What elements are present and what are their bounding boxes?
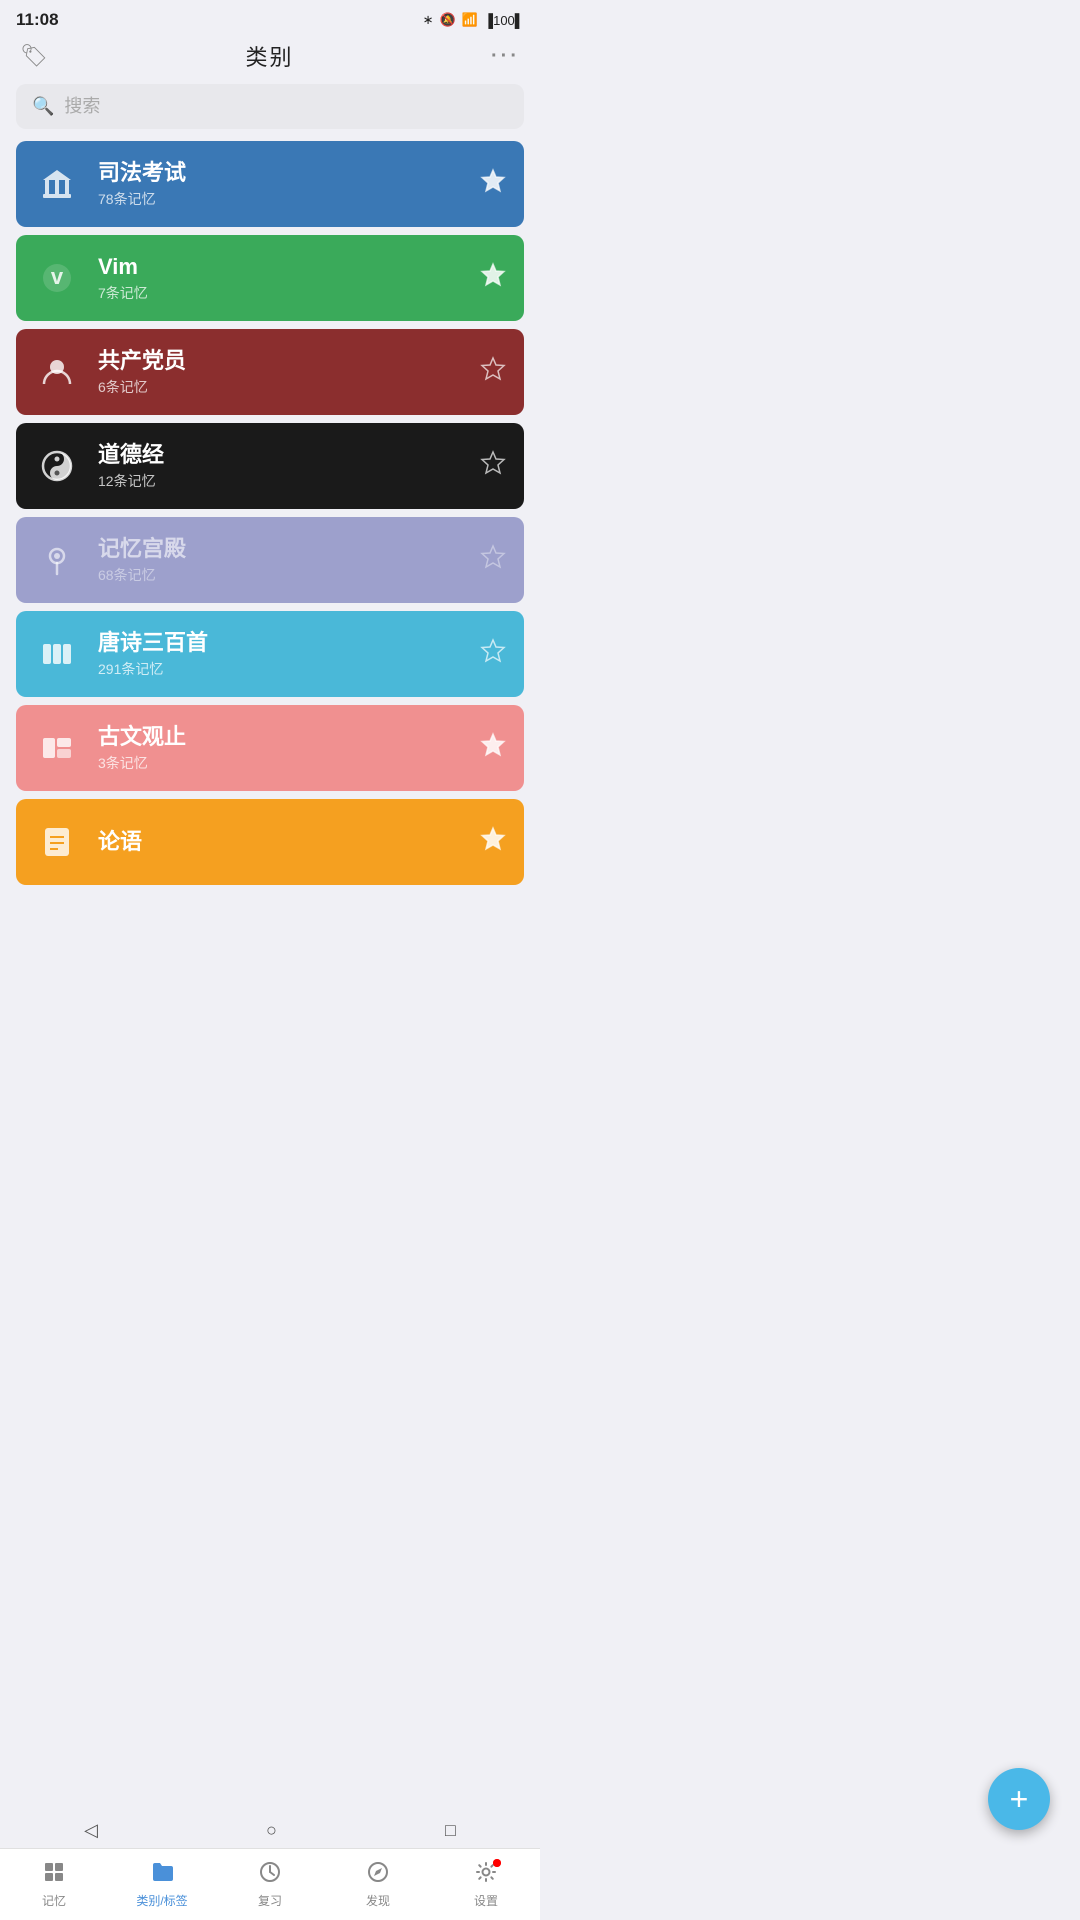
nav-label-category: 类别/标签 bbox=[136, 1892, 187, 1909]
category-icon bbox=[151, 1861, 173, 1889]
status-icons: ∗ 🔕 📶 ▐100▌ bbox=[423, 12, 524, 28]
cat-count-2: 7条记忆 bbox=[98, 283, 480, 303]
category-item-5[interactable]: 记忆宫殿 68条记忆 bbox=[16, 517, 524, 603]
cat-icon-4 bbox=[34, 443, 80, 489]
back-button[interactable]: ◁ bbox=[84, 1820, 98, 1841]
bluetooth-icon: ∗ bbox=[423, 12, 434, 28]
nav-item-review[interactable]: 复习 bbox=[216, 1849, 324, 1920]
cat-title-8: 论语 bbox=[98, 828, 480, 857]
category-item-1[interactable]: 司法考试 78条记忆 bbox=[16, 141, 524, 227]
header: 🏷 类别 ··· bbox=[0, 36, 540, 84]
cat-title-3: 共产党员 bbox=[98, 347, 480, 376]
cat-info-8: 论语 bbox=[98, 828, 480, 857]
category-item-8[interactable]: 论语 bbox=[16, 799, 524, 885]
cat-count-3: 6条记忆 bbox=[98, 377, 480, 397]
tag-icon[interactable]: 🏷 bbox=[20, 43, 48, 69]
nav-label-discover: 发现 bbox=[366, 1892, 390, 1909]
cat-info-3: 共产党员 6条记忆 bbox=[98, 347, 480, 398]
cat-icon-6 bbox=[34, 631, 80, 677]
search-input[interactable] bbox=[64, 96, 508, 117]
status-bar: 11:08 ∗ 🔕 📶 ▐100▌ bbox=[0, 0, 540, 36]
recent-button[interactable]: □ bbox=[445, 1820, 456, 1841]
nav-item-discover[interactable]: 发现 bbox=[324, 1849, 432, 1920]
star-button-6[interactable] bbox=[480, 638, 506, 671]
cat-icon-3 bbox=[34, 349, 80, 395]
cat-info-4: 道德经 12条记忆 bbox=[98, 441, 480, 492]
nav-label-review: 复习 bbox=[258, 1892, 282, 1909]
bottom-nav: 记忆 类别/标签 复习 发现 bbox=[0, 1848, 540, 1920]
cat-count-6: 291条记忆 bbox=[98, 659, 480, 679]
category-item-3[interactable]: 共产党员 6条记忆 bbox=[16, 329, 524, 415]
cat-icon-2: v bbox=[34, 255, 80, 301]
cat-info-5: 记忆宫殿 68条记忆 bbox=[98, 535, 480, 586]
star-button-3[interactable] bbox=[480, 356, 506, 389]
nav-item-category[interactable]: 类别/标签 bbox=[108, 1849, 216, 1920]
category-item-4[interactable]: 道德经 12条记忆 bbox=[16, 423, 524, 509]
cat-title-4: 道德经 bbox=[98, 441, 480, 470]
cat-icon-5 bbox=[34, 537, 80, 583]
cat-title-7: 古文观止 bbox=[98, 723, 480, 752]
star-button-2[interactable] bbox=[480, 262, 506, 295]
review-icon bbox=[259, 1861, 281, 1889]
search-icon: 🔍 bbox=[32, 96, 54, 117]
cat-title-5: 记忆宫殿 bbox=[98, 535, 480, 564]
nav-label-settings: 设置 bbox=[474, 1892, 498, 1909]
star-button-1[interactable] bbox=[480, 168, 506, 201]
category-list: 司法考试 78条记忆 v Vim 7条记忆 共产党员 6条记忆 bbox=[0, 141, 540, 985]
cat-count-7: 3条记忆 bbox=[98, 753, 480, 773]
cat-count-5: 68条记忆 bbox=[98, 565, 480, 585]
nav-item-memory[interactable]: 记忆 bbox=[0, 1849, 108, 1920]
cat-icon-1 bbox=[34, 161, 80, 207]
android-nav: ◁ ○ □ bbox=[0, 1812, 540, 1848]
settings-icon bbox=[475, 1861, 497, 1889]
star-button-7[interactable] bbox=[480, 732, 506, 765]
category-item-7[interactable]: 古文观止 3条记忆 bbox=[16, 705, 524, 791]
cat-info-7: 古文观止 3条记忆 bbox=[98, 723, 480, 774]
cat-info-2: Vim 7条记忆 bbox=[98, 253, 480, 304]
svg-text:v: v bbox=[51, 264, 64, 289]
status-time: 11:08 bbox=[16, 10, 59, 30]
notify-icon: 🔕 bbox=[440, 12, 456, 28]
star-button-5[interactable] bbox=[480, 544, 506, 577]
cat-count-4: 12条记忆 bbox=[98, 471, 480, 491]
wifi-icon: 📶 bbox=[462, 12, 478, 28]
cat-info-1: 司法考试 78条记忆 bbox=[98, 159, 480, 210]
cat-title-6: 唐诗三百首 bbox=[98, 629, 480, 658]
cat-count-1: 78条记忆 bbox=[98, 189, 480, 209]
home-button[interactable]: ○ bbox=[266, 1820, 277, 1841]
category-item-6[interactable]: 唐诗三百首 291条记忆 bbox=[16, 611, 524, 697]
nav-item-settings[interactable]: 设置 bbox=[432, 1849, 540, 1920]
cat-icon-7 bbox=[34, 725, 80, 771]
add-button[interactable]: + bbox=[988, 1768, 1050, 1830]
cat-icon-8 bbox=[34, 819, 80, 865]
battery-icon: ▐100▌ bbox=[484, 13, 524, 28]
cat-title-2: Vim bbox=[98, 253, 480, 282]
star-button-8[interactable] bbox=[480, 826, 506, 859]
category-item-2[interactable]: v Vim 7条记忆 bbox=[16, 235, 524, 321]
plus-icon: + bbox=[1010, 1783, 1029, 1815]
star-button-4[interactable] bbox=[480, 450, 506, 483]
nav-label-memory: 记忆 bbox=[42, 1892, 66, 1909]
more-button[interactable]: ··· bbox=[491, 45, 520, 68]
cat-title-1: 司法考试 bbox=[98, 159, 480, 188]
discover-icon bbox=[367, 1861, 389, 1889]
cat-info-6: 唐诗三百首 291条记忆 bbox=[98, 629, 480, 680]
page-title: 类别 bbox=[245, 40, 293, 72]
memory-icon bbox=[43, 1861, 65, 1889]
search-bar[interactable]: 🔍 bbox=[16, 84, 524, 129]
